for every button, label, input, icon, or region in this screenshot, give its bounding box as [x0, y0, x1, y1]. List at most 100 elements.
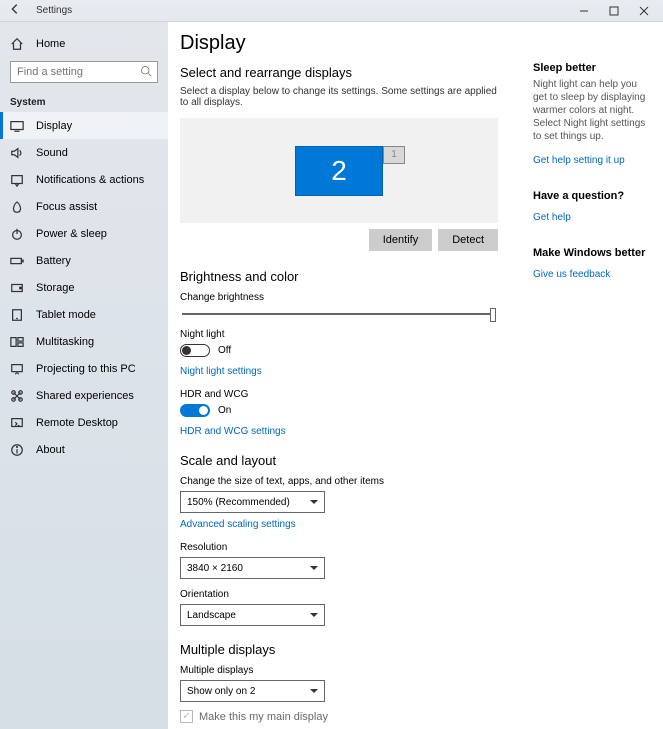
window-title: Settings: [36, 5, 72, 16]
search-icon: [140, 65, 152, 80]
sidebar-item-about[interactable]: About: [0, 436, 168, 463]
resolution-label: Resolution: [180, 542, 498, 553]
detect-button[interactable]: Detect: [438, 229, 498, 251]
page-title: Display: [180, 32, 498, 55]
scale-heading: Scale and layout: [180, 453, 498, 468]
close-button[interactable]: [629, 0, 659, 22]
multiple-displays-label: Multiple displays: [180, 665, 498, 676]
home-icon: [10, 37, 24, 51]
sidebar-item-label: Focus assist: [36, 201, 97, 213]
sidebar-item-label: Display: [36, 120, 72, 132]
hdr-settings-link[interactable]: HDR and WCG settings: [180, 426, 286, 437]
search-input[interactable]: [10, 61, 158, 83]
main-content: Display Select and rearrange displays Se…: [168, 22, 498, 729]
orientation-select[interactable]: Landscape: [180, 604, 325, 626]
display-1[interactable]: 1: [383, 146, 405, 164]
sidebar-item-label: Remote Desktop: [36, 417, 118, 429]
chevron-down-icon: [310, 500, 318, 504]
focus-icon: [10, 200, 24, 214]
back-button[interactable]: [4, 2, 26, 19]
sidebar: Home System Display Sound Notifications …: [0, 22, 168, 729]
sidebar-item-label: Battery: [36, 255, 71, 267]
night-light-settings-link[interactable]: Night light settings: [180, 366, 262, 377]
sidebar-item-label: About: [36, 444, 65, 456]
sleep-better-body: Night light can help you get to sleep by…: [533, 78, 653, 143]
chevron-down-icon: [310, 613, 318, 617]
sidebar-item-projecting[interactable]: Projecting to this PC: [0, 355, 168, 382]
projecting-icon: [10, 362, 24, 376]
storage-icon: [10, 281, 24, 295]
remote-icon: [10, 416, 24, 430]
battery-icon: [10, 254, 24, 268]
sidebar-home[interactable]: Home: [0, 30, 168, 57]
sidebar-item-display[interactable]: Display: [0, 112, 168, 139]
sidebar-item-label: Shared experiences: [36, 390, 134, 402]
get-help-link[interactable]: Get help: [533, 212, 571, 223]
shared-icon: [10, 389, 24, 403]
minimize-button[interactable]: [569, 0, 599, 22]
maximize-button[interactable]: [599, 0, 629, 22]
brightness-slider[interactable]: [182, 313, 496, 315]
night-light-toggle[interactable]: Off: [180, 344, 231, 357]
sidebar-heading: System: [0, 91, 168, 112]
tablet-icon: [10, 308, 24, 322]
sidebar-item-remote[interactable]: Remote Desktop: [0, 409, 168, 436]
chevron-down-icon: [310, 689, 318, 693]
multitasking-icon: [10, 335, 24, 349]
sidebar-item-label: Storage: [36, 282, 75, 294]
brightness-heading: Brightness and color: [180, 269, 498, 284]
about-icon: [10, 443, 24, 457]
display-icon: [10, 119, 24, 133]
multiple-displays-heading: Multiple displays: [180, 642, 498, 657]
sound-icon: [10, 146, 24, 160]
orientation-label: Orientation: [180, 589, 498, 600]
main-display-checkbox: [180, 710, 193, 723]
identify-button[interactable]: Identify: [369, 229, 432, 251]
question-title: Have a question?: [533, 190, 653, 202]
hdr-state: On: [218, 405, 231, 416]
change-brightness-label: Change brightness: [180, 292, 498, 303]
hdr-toggle[interactable]: On: [180, 404, 231, 417]
night-light-label: Night light: [180, 329, 498, 340]
sidebar-item-label: Power & sleep: [36, 228, 107, 240]
main-display-checkbox-row: Make this my main display: [180, 710, 498, 723]
sidebar-item-focus[interactable]: Focus assist: [0, 193, 168, 220]
power-icon: [10, 227, 24, 241]
chevron-down-icon: [310, 566, 318, 570]
sidebar-item-power[interactable]: Power & sleep: [0, 220, 168, 247]
sidebar-item-label: Sound: [36, 147, 68, 159]
sleep-better-link[interactable]: Get help setting it up: [533, 155, 625, 166]
display-2[interactable]: 2: [295, 146, 383, 196]
sidebar-home-label: Home: [36, 38, 65, 50]
arrange-subtext: Select a display below to change its set…: [180, 86, 498, 108]
resolution-select[interactable]: 3840 × 2160: [180, 557, 325, 579]
sidebar-item-tablet[interactable]: Tablet mode: [0, 301, 168, 328]
sleep-better-title: Sleep better: [533, 62, 653, 74]
sidebar-item-shared[interactable]: Shared experiences: [0, 382, 168, 409]
night-light-state: Off: [218, 345, 231, 356]
sidebar-item-label: Projecting to this PC: [36, 363, 136, 375]
hdr-label: HDR and WCG: [180, 389, 498, 400]
sidebar-item-notifications[interactable]: Notifications & actions: [0, 166, 168, 193]
multiple-displays-select[interactable]: Show only on 2: [180, 680, 325, 702]
feedback-link[interactable]: Give us feedback: [533, 269, 610, 280]
right-panel: Sleep better Night light can help you ge…: [533, 22, 663, 729]
display-arrangement[interactable]: 2 1: [180, 118, 498, 223]
text-size-select[interactable]: 150% (Recommended): [180, 491, 325, 513]
sidebar-item-sound[interactable]: Sound: [0, 139, 168, 166]
search-box: [10, 61, 158, 83]
make-better-title: Make Windows better: [533, 247, 653, 259]
notifications-icon: [10, 173, 24, 187]
text-size-label: Change the size of text, apps, and other…: [180, 476, 498, 487]
main-display-label: Make this my main display: [199, 711, 328, 723]
titlebar: Settings: [0, 0, 663, 22]
sidebar-item-label: Tablet mode: [36, 309, 96, 321]
brightness-thumb[interactable]: [490, 308, 496, 322]
sidebar-item-label: Multitasking: [36, 336, 94, 348]
sidebar-item-storage[interactable]: Storage: [0, 274, 168, 301]
arrange-heading: Select and rearrange displays: [180, 65, 498, 80]
advanced-scaling-link[interactable]: Advanced scaling settings: [180, 519, 296, 530]
sidebar-item-battery[interactable]: Battery: [0, 247, 168, 274]
sidebar-item-multitasking[interactable]: Multitasking: [0, 328, 168, 355]
sidebar-item-label: Notifications & actions: [36, 174, 144, 186]
